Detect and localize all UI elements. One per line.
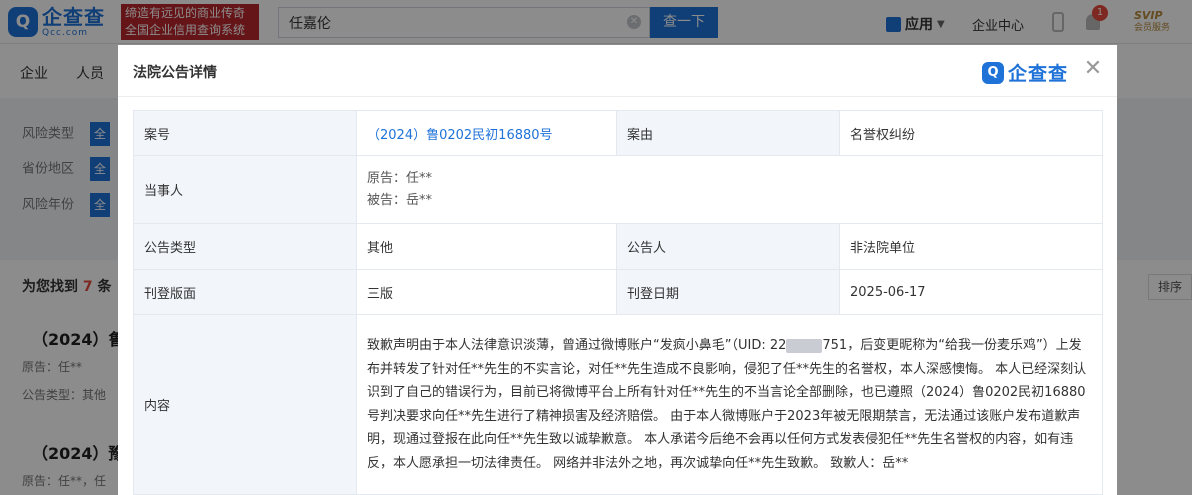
redacted-mask — [786, 338, 823, 353]
notice-detail-table: 案号 （2024）鲁0202民初16880号 案由 名誉权纠纷 当事人 原告：任… — [133, 110, 1103, 495]
announcer-value: 非法院单位 — [839, 223, 1103, 270]
page-label: 刊登版面 — [133, 269, 357, 315]
page-value: 三版 — [356, 269, 617, 315]
qcc-logo-icon: Q — [982, 61, 1004, 84]
modal-logo: Q 企查查 — [982, 59, 1068, 86]
content-value: 致歉声明由于本人法律意识淡薄，曾通过微博账户“发疯小鼻毛”（UID: 22 751… — [356, 314, 1103, 495]
cause-value: 名誉权纠纷 — [839, 110, 1103, 156]
party-value: 原告：任** 被告：岳** — [356, 155, 1103, 224]
table-row: 刊登版面 三版 刊登日期 2025-06-17 — [133, 269, 1103, 315]
table-row: 当事人 原告：任** 被告：岳** — [133, 155, 1103, 224]
plaintiff-text: 原告：任** — [367, 170, 433, 186]
announcer-label: 公告人 — [616, 223, 840, 270]
modal-title: 法院公告详情 — [133, 65, 217, 81]
modal-logo-text: 企查查 — [1008, 63, 1069, 85]
party-label: 当事人 — [133, 155, 357, 224]
modal-header: 法院公告详情 Q 企查查 ✕ — [118, 45, 1117, 97]
table-row: 公告类型 其他 公告人 非法院单位 — [133, 223, 1103, 270]
table-row: 内容 致歉声明由于本人法律意识淡薄，曾通过微博账户“发疯小鼻毛”（UID: 22… — [133, 314, 1103, 495]
content-label: 内容 — [133, 314, 357, 495]
date-value: 2025-06-17 — [839, 269, 1103, 315]
table-row: 案号 （2024）鲁0202民初16880号 案由 名誉权纠纷 — [133, 110, 1103, 156]
case-no-label: 案号 — [133, 110, 357, 156]
notice-type-value: 其他 — [356, 223, 617, 270]
date-label: 刊登日期 — [616, 269, 840, 315]
content-text-part-2: 751，后变更昵称为“给我一份麦乐鸡”）上发布并转发了针对任**先生的不实言论，… — [367, 338, 1087, 471]
notice-type-label: 公告类型 — [133, 223, 357, 270]
content-text-part-1: 致歉声明由于本人法律意识淡薄，曾通过微博账户“发疯小鼻毛”（UID: 22 — [367, 338, 787, 353]
case-no-link[interactable]: （2024）鲁0202民初16880号 — [356, 110, 617, 156]
close-icon[interactable]: ✕ — [1082, 58, 1104, 80]
court-notice-modal: 法院公告详情 Q 企查查 ✕ 案号 （2024）鲁0202民初16880号 案由… — [118, 45, 1117, 495]
cause-label: 案由 — [616, 110, 840, 156]
defendant-text: 被告：岳** — [367, 192, 433, 208]
